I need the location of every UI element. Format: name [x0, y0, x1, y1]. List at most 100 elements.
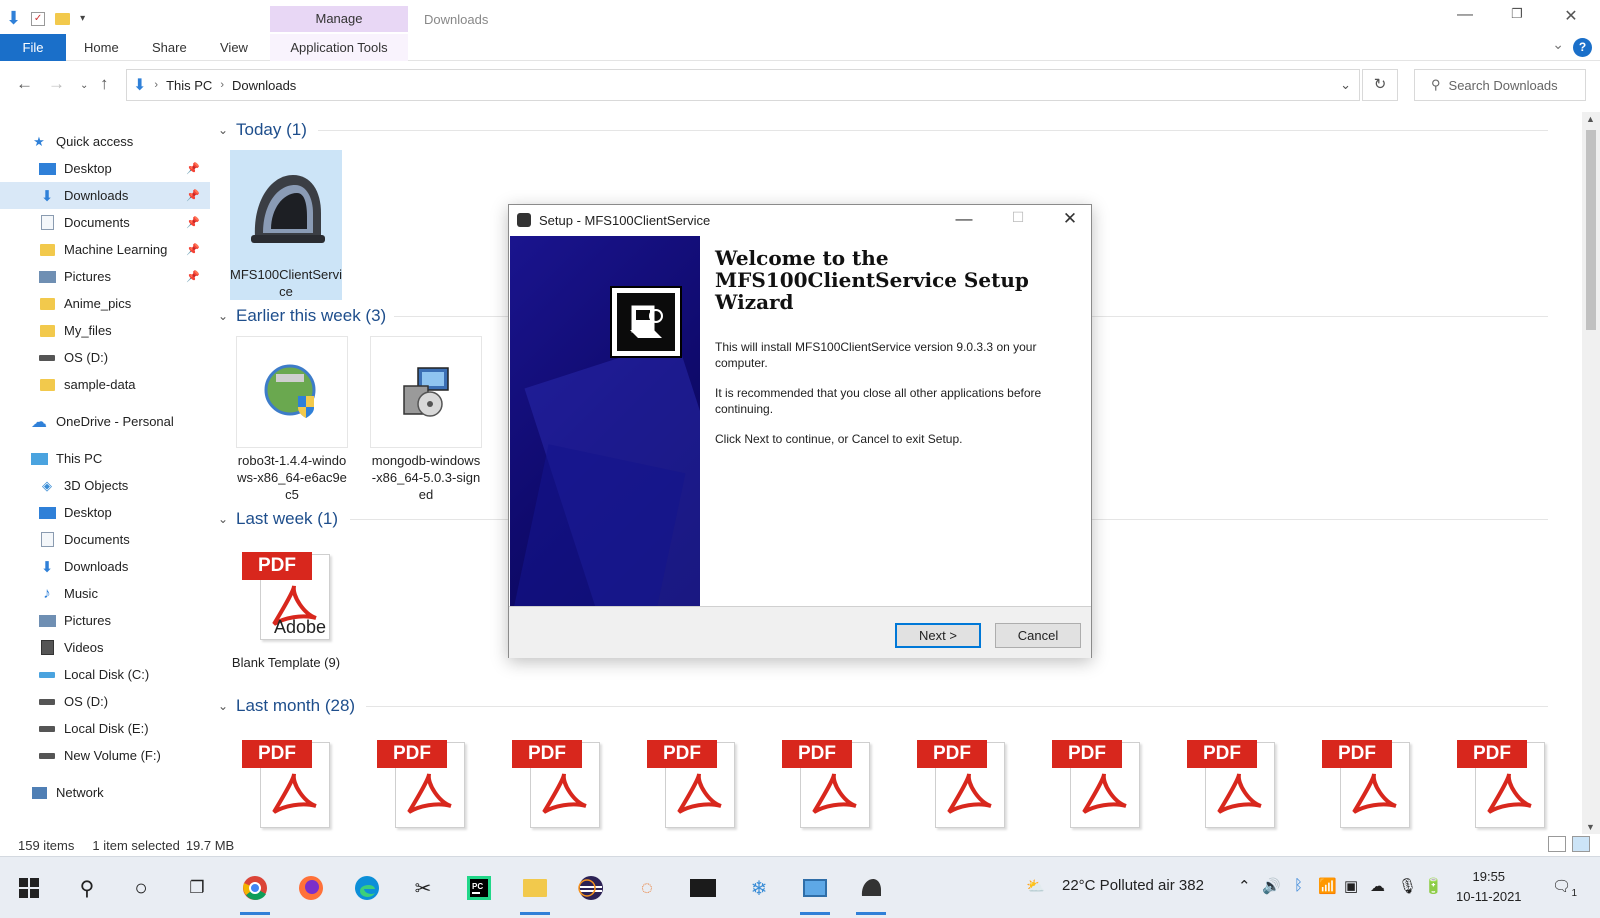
refresh-button[interactable]: ↻: [1362, 69, 1398, 101]
close-button[interactable]: ✕: [1556, 6, 1586, 26]
microphone-icon[interactable]: 🎙: [1398, 877, 1417, 895]
address-bar[interactable]: ⬇ › This PC › Downloads ⌄: [126, 69, 1360, 101]
restore-button[interactable]: ❐: [1502, 6, 1532, 22]
expand-ribbon-icon[interactable]: ⌄: [1552, 36, 1564, 53]
scroll-up-icon[interactable]: ▲: [1586, 114, 1595, 124]
file-tile[interactable]: PDF: [500, 726, 612, 834]
file-tile[interactable]: PDF: [1310, 726, 1422, 834]
jupyter-icon[interactable]: ◌: [630, 871, 664, 905]
breadcrumb-this-pc[interactable]: This PC: [166, 78, 212, 93]
nav-pc-desktop[interactable]: Desktop: [0, 499, 210, 526]
cancel-button[interactable]: Cancel: [995, 623, 1081, 648]
group-header-last-month[interactable]: ⌄ Last month (28): [218, 694, 1558, 718]
collapse-chevron-icon[interactable]: ⌄: [218, 309, 228, 323]
file-tile[interactable]: PDF: [1445, 726, 1557, 834]
setup-wizard-taskbar-icon[interactable]: [854, 871, 888, 915]
file-tile[interactable]: PDF: [905, 726, 1017, 834]
file-tile[interactable]: PDF: [1175, 726, 1287, 834]
nav-desktop[interactable]: Desktop 📌: [0, 155, 210, 182]
file-tile[interactable]: mongodb-windows-x86_64-5.0.3-signed: [370, 336, 482, 503]
tab-application-tools[interactable]: Application Tools: [270, 34, 408, 61]
nav-network[interactable]: Network: [0, 779, 210, 806]
nav-onedrive[interactable]: ☁ OneDrive - Personal: [0, 408, 210, 435]
search-input[interactable]: ⚲ Search Downloads: [1414, 69, 1586, 101]
cortana-icon[interactable]: ○: [124, 871, 158, 905]
chevron-down-icon[interactable]: ⌄: [1340, 77, 1351, 93]
scrollbar-thumb[interactable]: [1586, 130, 1596, 330]
nav-pc-documents[interactable]: Documents: [0, 526, 210, 553]
battery-icon[interactable]: 🔋: [1424, 877, 1443, 895]
firefox-icon[interactable]: [294, 871, 328, 905]
nav-quick-access[interactable]: ★ Quick access: [0, 128, 210, 155]
show-hidden-icons-icon[interactable]: ⌃: [1238, 877, 1251, 895]
file-tile[interactable]: MFS100ClientService: [230, 150, 342, 300]
file-tile[interactable]: PDF: [1040, 726, 1152, 834]
nav-my-files[interactable]: My_files: [0, 317, 210, 344]
nav-pc-downloads[interactable]: ⬇ Downloads: [0, 553, 210, 580]
bluetooth-icon[interactable]: ᛒ: [1294, 877, 1303, 894]
vertical-scrollbar[interactable]: ▲ ▼: [1582, 112, 1600, 834]
pycharm-icon[interactable]: PC: [462, 871, 496, 905]
back-arrow-icon[interactable]: ←: [16, 74, 33, 94]
download-arrow-icon[interactable]: ⬇: [6, 8, 21, 29]
edge-icon[interactable]: [350, 871, 384, 905]
task-view-icon[interactable]: ❐: [180, 871, 214, 905]
windows-start-icon[interactable]: [12, 871, 46, 905]
terminal-icon[interactable]: [686, 871, 720, 905]
snowflake-app-icon[interactable]: ❄: [742, 871, 776, 905]
file-tile[interactable]: robo3t-1.4.4-windows-x86_64-e6ac9ec5: [236, 336, 348, 503]
file-tile[interactable]: PDF: [635, 726, 747, 834]
notification-center-icon[interactable]: 🗨 1: [1552, 877, 1577, 899]
wifi-icon[interactable]: 📶: [1318, 877, 1337, 895]
manage-context-tab[interactable]: Manage: [270, 6, 408, 32]
large-icons-view-icon[interactable]: [1572, 836, 1590, 852]
dialog-maximize-button[interactable]: ☐: [1003, 209, 1033, 226]
dialog-minimize-button[interactable]: —: [949, 209, 979, 229]
nav-pictures[interactable]: Pictures 📌: [0, 263, 210, 290]
scroll-down-icon[interactable]: ▼: [1586, 822, 1595, 832]
nav-this-pc[interactable]: This PC: [0, 445, 210, 472]
pin-icon[interactable]: 📌: [186, 270, 200, 283]
nav-videos[interactable]: Videos: [0, 634, 210, 661]
nav-music[interactable]: ♪ Music: [0, 580, 210, 607]
collapse-chevron-icon[interactable]: ⌄: [218, 123, 228, 137]
nav-downloads[interactable]: ⬇ Downloads 📌: [0, 182, 210, 209]
snipping-tool-icon[interactable]: ✂: [406, 871, 440, 905]
breadcrumb-downloads[interactable]: Downloads: [232, 78, 296, 93]
group-header-today[interactable]: ⌄ Today (1): [218, 118, 1558, 142]
properties-icon[interactable]: ✓: [31, 11, 46, 26]
file-tile[interactable]: PDF: [770, 726, 882, 834]
help-icon[interactable]: ?: [1573, 38, 1592, 57]
nav-local-disk-e[interactable]: Local Disk (E:): [0, 715, 210, 742]
file-tile[interactable]: PDF Adobe Blank Template (9): [230, 538, 342, 671]
file-tile[interactable]: PDF: [365, 726, 477, 834]
collapse-chevron-icon[interactable]: ⌄: [218, 512, 228, 526]
weather-icon[interactable]: ⛅: [1026, 877, 1045, 895]
nav-pc-pictures[interactable]: Pictures: [0, 607, 210, 634]
pin-icon[interactable]: 📌: [186, 189, 200, 202]
pin-icon[interactable]: 📌: [186, 243, 200, 256]
up-arrow-icon[interactable]: ↑: [100, 74, 109, 94]
next-button[interactable]: Next >: [895, 623, 981, 648]
file-tile[interactable]: PDF: [230, 726, 342, 834]
forward-arrow-icon[interactable]: →: [48, 74, 65, 94]
search-icon[interactable]: ⚲: [70, 871, 104, 905]
weather-text[interactable]: 22°C Polluted air 382: [1062, 877, 1204, 894]
tab-home[interactable]: Home: [84, 34, 119, 61]
meet-now-icon[interactable]: ▣: [1344, 877, 1358, 895]
recent-locations-icon[interactable]: ⌄: [80, 80, 88, 91]
nav-machine-learning[interactable]: Machine Learning 📌: [0, 236, 210, 263]
nav-sample-data[interactable]: sample-data: [0, 371, 210, 398]
nav-os-d[interactable]: OS (D:): [0, 344, 210, 371]
nav-documents[interactable]: Documents 📌: [0, 209, 210, 236]
new-folder-icon[interactable]: [55, 12, 71, 25]
customize-toolbar-icon[interactable]: ▾: [80, 13, 85, 24]
pin-icon[interactable]: 📌: [186, 216, 200, 229]
clock[interactable]: 19:55 10-11-2021: [1456, 867, 1522, 907]
nav-new-volume-f[interactable]: New Volume (F:): [0, 742, 210, 769]
eclipse-icon[interactable]: [574, 871, 608, 905]
tab-share[interactable]: Share: [152, 34, 187, 61]
collapse-chevron-icon[interactable]: ⌄: [218, 699, 228, 713]
pin-icon[interactable]: 📌: [186, 162, 200, 175]
dialog-close-button[interactable]: ✕: [1055, 209, 1085, 229]
